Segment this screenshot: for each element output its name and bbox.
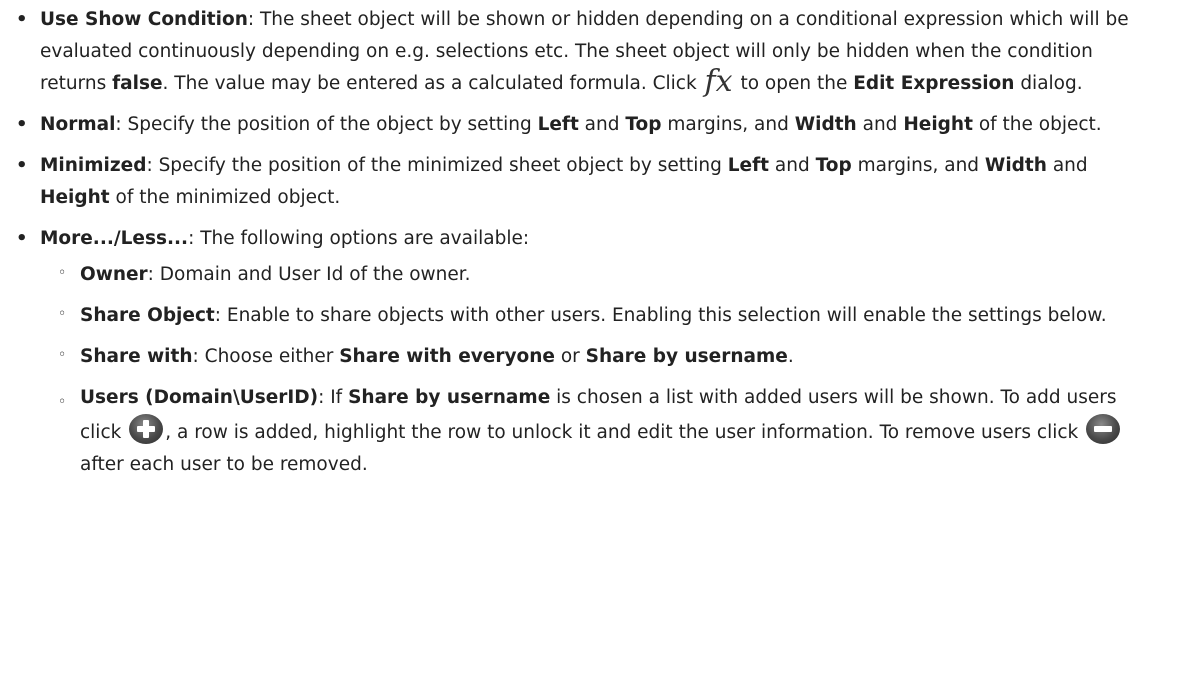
item-text: margins, and <box>851 155 985 176</box>
sub-bullet: ◦ <box>58 306 67 322</box>
item-text: of the object. <box>972 114 1102 135</box>
bullet: • <box>16 228 28 249</box>
sub-bullet: ◦ <box>58 265 67 281</box>
item-text: : Choose either <box>192 346 340 367</box>
term-minimized: Minimized <box>40 155 147 176</box>
document-body: • Use Show Condition: The sheet object w… <box>0 0 1180 481</box>
term-users-domain-userid: Users (Domain\UserID) <box>80 387 319 408</box>
keyword-height: Height <box>40 187 110 208</box>
term-share-object: Share Object <box>80 305 215 326</box>
item-text: : Specify the position of the minimized … <box>146 155 728 176</box>
keyword-width: Width <box>984 155 1047 176</box>
item-text: and <box>578 114 626 135</box>
term-share-with: Share with <box>80 346 193 367</box>
list-item-more-less: • More.../Less...: The following options… <box>0 223 1150 481</box>
keyword-share-by-username: Share by username <box>585 346 788 367</box>
keyword-edit-expression: Edit Expression <box>853 73 1015 94</box>
sub-item-share-object: ◦ Share Object: Enable to share objects … <box>40 300 1150 332</box>
item-text: : The following options are available: <box>188 228 530 249</box>
list-item-use-show-condition: • Use Show Condition: The sheet object w… <box>0 4 1150 100</box>
sub-item-share-with: ◦ Share with: Choose either Share with e… <box>40 341 1150 373</box>
item-text: dialog. <box>1014 73 1083 94</box>
term-more-less: More.../Less... <box>40 228 189 249</box>
item-text: . The value may be entered as a calculat… <box>162 73 703 94</box>
add-circle-icon[interactable] <box>129 414 164 444</box>
list-item-minimized: • Minimized: Specify the position of the… <box>0 150 1150 214</box>
fx-icon[interactable]: fx <box>703 64 735 99</box>
term-owner: Owner <box>80 264 148 285</box>
keyword-false: false <box>112 73 163 94</box>
keyword-top: Top <box>625 114 662 135</box>
keyword-top: Top <box>815 155 852 176</box>
option-list: • Use Show Condition: The sheet object w… <box>0 4 1150 481</box>
bullet: • <box>16 155 28 176</box>
keyword-height: Height <box>903 114 973 135</box>
keyword-share-with-everyone: Share with everyone <box>339 346 555 367</box>
sub-item-users: ◦ Users (Domain\UserID): If Share by use… <box>40 382 1150 481</box>
sub-item-owner: ◦ Owner: Domain and User Id of the owner… <box>40 259 1150 291</box>
item-text: of the minimized object. <box>109 187 341 208</box>
term-normal: Normal <box>40 114 116 135</box>
keyword-width: Width <box>794 114 857 135</box>
item-text: and <box>769 155 816 176</box>
term-use-show-condition: Use Show Condition <box>40 9 248 30</box>
item-text: : Enable to share objects with other use… <box>214 305 1107 326</box>
list-item-normal: • Normal: Specify the position of the ob… <box>0 109 1150 141</box>
bullet: • <box>16 114 28 135</box>
item-text: and <box>856 114 904 135</box>
item-text: , a row is added, highlight the row to u… <box>165 422 1085 443</box>
bullet: • <box>16 9 28 30</box>
item-text: or <box>554 346 586 367</box>
keyword-share-by-username: Share by username <box>348 387 551 408</box>
item-text: to open the <box>734 73 854 94</box>
item-text: : Domain and User Id of the owner. <box>147 264 471 285</box>
item-text: . <box>787 346 794 367</box>
item-text: after each user to be removed. <box>80 454 368 475</box>
remove-circle-icon[interactable] <box>1086 414 1121 444</box>
more-options-list: ◦ Owner: Domain and User Id of the owner… <box>40 259 1150 481</box>
item-text: and <box>1046 155 1088 176</box>
sub-bullet: ◦ <box>58 394 67 410</box>
sub-bullet: ◦ <box>58 347 67 363</box>
item-text: margins, and <box>661 114 795 135</box>
keyword-left: Left <box>727 155 769 176</box>
item-text: : If <box>318 387 349 408</box>
item-text: : Specify the position of the object by … <box>115 114 538 135</box>
keyword-left: Left <box>537 114 579 135</box>
